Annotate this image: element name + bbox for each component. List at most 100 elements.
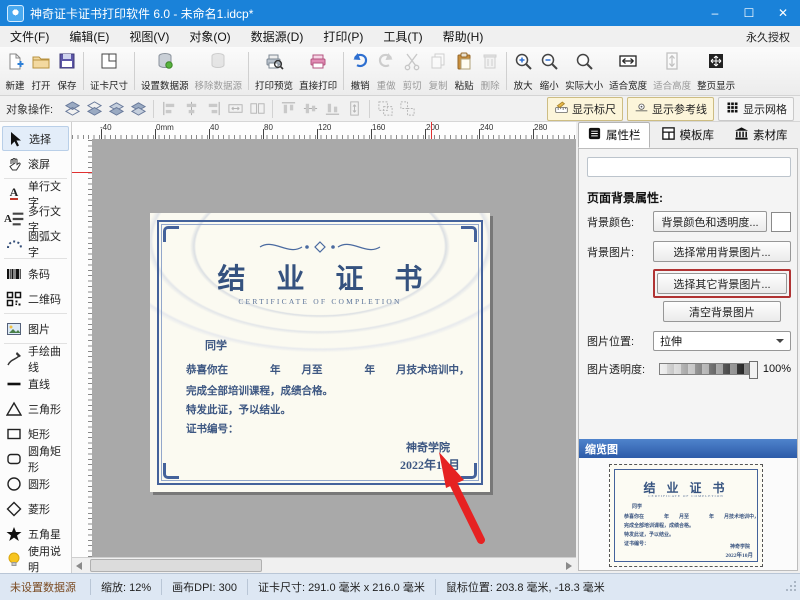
scroll-right-arrow[interactable] [562,559,576,572]
tool-line-label: 直线 [28,376,50,392]
certificate-page[interactable]: 结 业 证 书 CERTIFICATE OF COMPLETION 同学 恭喜你… [150,213,490,492]
card-size-status: 证卡尺寸: 291.0 毫米 x 216.0 毫米 [248,579,435,595]
image-icon [4,320,24,338]
license-status: 永久授权 [746,29,800,45]
undo-icon [350,51,370,76]
send-to-back-icon[interactable] [83,99,105,119]
show-ruler-toggle[interactable]: 显示标尺 [547,97,623,121]
save-button[interactable]: 保存 [54,49,80,94]
maximize-button[interactable]: ☐ [732,0,766,26]
new-button[interactable]: 新建 [2,49,28,94]
background-color-button[interactable]: 背景颜色和透明度... [653,211,767,232]
whole-page-button[interactable]: 整页显示 [694,49,738,94]
choose-other-background-button[interactable]: 选择其它背景图片... [657,273,787,294]
actual-size-button[interactable]: 实际大小 [562,49,606,94]
paste-button[interactable]: 粘贴 [451,49,477,94]
corner-ornament [461,226,477,242]
tab-materials[interactable]: 素材库 [725,122,797,148]
set-datasource-button[interactable]: 设置数据源 [138,49,192,94]
tool-diamond[interactable]: 菱形 [0,496,71,521]
show-guides-toggle[interactable]: 显示参考线 [627,97,714,121]
tool-diamond-label: 菱形 [28,501,50,517]
save-floppy-icon [57,51,77,76]
tool-qrcode[interactable]: 二维码 [0,286,71,311]
new-document-icon [5,51,25,76]
show-grid-toggle[interactable]: 显示网格 [718,97,794,121]
menu-print[interactable]: 打印(P) [313,26,373,47]
thumbnail-issuer: 神奇学院 [730,543,750,550]
background-color-swatch[interactable] [771,212,791,232]
open-button[interactable]: 打开 [28,49,54,94]
tool-pan[interactable]: 滚屏 [0,151,71,176]
bring-to-front-icon[interactable] [61,99,83,119]
clear-background-button[interactable]: 清空背景图片 [663,301,781,322]
menu-tools[interactable]: 工具(T) [373,26,432,47]
bring-forward-icon[interactable] [105,99,127,119]
tool-circle[interactable]: 圆形 [0,471,71,496]
ruler-label: 280 [534,123,547,132]
object-name-field[interactable] [587,157,791,177]
cut-button-label: 剪切 [403,78,422,92]
choose-common-background-button[interactable]: 选择常用背景图片... [653,241,791,262]
fit-width-button[interactable]: 适合宽度 [606,49,650,94]
minimize-button[interactable]: – [698,0,732,26]
zoom-out-button[interactable]: 缩小 [536,49,562,94]
tool-select[interactable]: 选择 [2,126,69,151]
scroll-left-arrow[interactable] [72,559,86,572]
tool-line[interactable]: 直线 [0,371,71,396]
tool-rounded-rectangle[interactable]: 圆角矩形 [0,446,71,471]
actual-size-button-label: 实际大小 [565,78,603,92]
horizontal-scrollbar[interactable] [72,557,576,573]
tool-freehand-curve[interactable]: 手绘曲线 [0,346,71,371]
image-position-dropdown[interactable]: 拉伸 [653,331,791,351]
tab-templates[interactable]: 模板库 [652,122,724,148]
window-title: 神奇证卡证书打印软件 6.0 - 未命名1.idcp* [30,5,253,22]
image-opacity-row: 图片透明度: 100% [587,361,791,377]
menu-object[interactable]: 对象(O) [179,26,240,47]
toolbar-separator [83,52,84,90]
tab-templates-label: 模板库 [680,127,715,143]
card-size-button[interactable]: 证卡尺寸 [87,49,131,94]
thumbnail-line: 恭喜你在 年 月至 年 月技术培训中， [624,513,759,520]
menu-edit[interactable]: 编辑(E) [59,26,119,47]
ruler-label: 40 [210,123,219,132]
certificate-title: 结 业 证 书 [150,257,490,297]
image-opacity-slider[interactable] [659,363,758,375]
direct-print-button[interactable]: 直接打印 [296,49,340,94]
tool-triangle[interactable]: 三角形 [0,396,71,421]
tool-rounded-rectangle-label: 圆角矩形 [28,443,71,475]
actual-size-icon [574,51,594,76]
send-backward-icon[interactable] [127,99,149,119]
resize-grip[interactable] [785,580,797,595]
close-button[interactable]: ✕ [766,0,800,26]
tool-barcode[interactable]: 条码 [0,261,71,286]
new-button-label: 新建 [5,78,24,92]
menu-help[interactable]: 帮助(H) [433,26,494,47]
tool-image[interactable]: 图片 [0,316,71,341]
remove-datasource-button-label: 移除数据源 [195,78,243,92]
print-preview-button[interactable]: 打印预览 [252,49,296,94]
rounded-rectangle-icon [4,450,24,468]
image-opacity-label: 图片透明度: [587,361,659,377]
slider-handle[interactable] [749,361,758,379]
zoom-in-button[interactable]: 放大 [510,49,536,94]
menu-datasource[interactable]: 数据源(D) [241,26,314,47]
menu-view[interactable]: 视图(V) [119,26,179,47]
red-highlight-box: 选择其它背景图片... [653,269,791,298]
tab-properties[interactable]: 属性栏 [578,122,650,148]
fit-height-button-label: 适合高度 [653,78,691,92]
remove-datasource-button: 移除数据源 [192,49,246,94]
title-bar: 神奇证卡证书打印软件 6.0 - 未命名1.idcp* – ☐ ✕ [0,0,800,26]
group-icon [374,99,396,119]
print-preview-icon [264,51,284,76]
undo-button[interactable]: 撤销 [347,49,373,94]
fit-width-icon [618,51,638,76]
image-position-value: 拉伸 [660,333,682,349]
help-button[interactable]: 使用说明 [0,546,71,571]
scrollbar-thumb[interactable] [90,559,262,572]
certificate-thumbnail[interactable]: 结 业 证 书 CERTIFICATE OF COMPLETION 同学 恭喜你… [609,464,763,567]
menu-file[interactable]: 文件(F) [0,26,59,47]
circle-icon [4,475,24,493]
tool-arc-text[interactable]: 圆弧文字 [0,231,71,256]
objectbar-separator [369,100,370,118]
